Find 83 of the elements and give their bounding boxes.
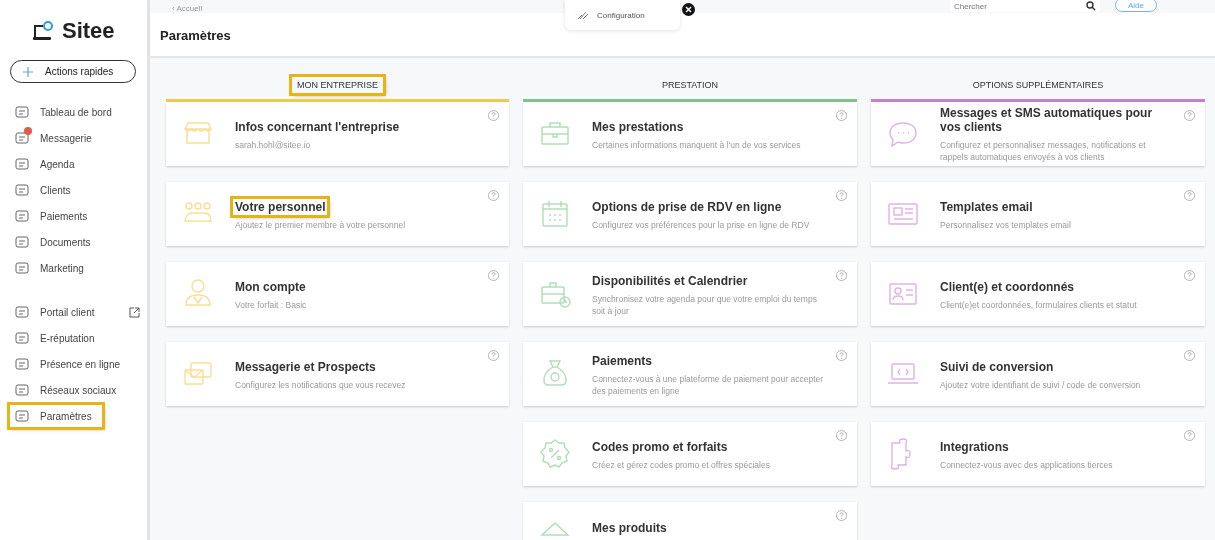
- card-description: Client(e)et coordonnées, formulaires clients et statut: [939, 299, 1138, 311]
- card-description: Synchronisez votre agenda pour que votre emploi du temps soit à jour: [591, 294, 818, 317]
- card-description: Configurez et personnalisez messages, notifications et rappels automatiques envoyés à vos clients: [939, 140, 1147, 163]
- sidebar-item[interactable]: Réseaux sociaux: [10, 379, 144, 401]
- help-icon[interactable]: [488, 270, 499, 281]
- card-title: Suivi de conversion: [939, 358, 1055, 375]
- sidebar-item[interactable]: Marketing: [10, 257, 144, 279]
- help-icon[interactable]: [836, 510, 847, 521]
- section-heading: MON ENTREPRISE: [292, 77, 383, 93]
- card-title: Options de prise de RDV en ligne: [591, 198, 783, 215]
- card-title: Codes promo et forfaits: [591, 438, 729, 455]
- sidebar-item[interactable]: Présence en ligne: [10, 353, 144, 375]
- settings-card[interactable]: Paiements Connectez-vous à une plateforme de paiement pour accepter des paiements en ligne: [523, 342, 857, 406]
- help-icon[interactable]: [1184, 270, 1195, 281]
- help-icon[interactable]: [836, 350, 847, 361]
- search-input[interactable]: Chercher: [954, 1, 1086, 11]
- settings-card[interactable]: Disponibilités et Calendrier Synchronisez votre agenda pour que votre emploi du temps soit à jour: [523, 262, 857, 326]
- settings-card[interactable]: Templates email Personnalisez vos templates email: [871, 182, 1205, 246]
- help-icon[interactable]: [488, 110, 499, 121]
- help-icon[interactable]: [1184, 430, 1195, 441]
- card-description: Certaines informations manquent à l'un de vos services: [591, 139, 802, 151]
- settings-card[interactable]: Votre personnel Ajoutez le premier membre à votre personnel: [166, 182, 509, 246]
- settings-card[interactable]: Mes prestations Certaines informations manquent à l'un de vos services: [523, 102, 857, 166]
- settings-card[interactable]: Suivi de conversion Ajoutez votre identifiant de suivi / code de conversion: [871, 342, 1205, 406]
- settings-card[interactable]: Messagerie et Prospects Configurez les notifications que vous recevez: [166, 342, 509, 406]
- settings-card[interactable]: Messages et SMS automatiques pour vos clients Configurez et personnalisez messages, notifications et rappels automatiques envoyés à vos clients: [871, 102, 1205, 166]
- card-title: Disponibilités et Calendrier: [591, 273, 749, 290]
- card-title: Integrations: [939, 438, 1010, 455]
- card-title: Messagerie et Prospects: [234, 358, 377, 375]
- settings-card[interactable]: Mes produits: [523, 502, 857, 540]
- card-title: Infos concernant l'entreprise: [234, 118, 401, 135]
- settings-card[interactable]: Infos concernant l'entreprise sarah.hohl@sitee.io: [166, 102, 509, 166]
- sidebar-item[interactable]: Clients: [10, 179, 144, 201]
- settings-card[interactable]: Client(e) et coordonnés Client(e)et coordonnées, formulaires clients et statut: [871, 262, 1205, 326]
- card-description: sarah.hohl@sitee.io: [234, 139, 312, 151]
- card-title: Messages et SMS automatiques pour vos clients: [939, 105, 1154, 136]
- card-title: Mon compte: [234, 278, 307, 295]
- card-description: Votre forfait : Basic: [234, 299, 308, 311]
- help-icon[interactable]: [836, 270, 847, 281]
- settings-card[interactable]: Mon compte Votre forfait : Basic: [166, 262, 509, 326]
- search-icon: [1086, 1, 1096, 11]
- help-icon[interactable]: [1184, 110, 1195, 121]
- sidebar-item[interactable]: Paramètres: [10, 405, 102, 427]
- card-title: Templates email: [939, 198, 1034, 215]
- card-title: Mes prestations: [591, 118, 685, 135]
- sidebar-item[interactable]: Paiements: [10, 205, 144, 227]
- card-title: Votre personnel: [233, 198, 328, 215]
- logo-text: Sitee: [62, 18, 115, 44]
- sidebar-item[interactable]: Tableau de bord: [10, 101, 144, 123]
- card-description: Connectez-vous avec des applications tierces: [939, 459, 1114, 471]
- sidebar-item[interactable]: Portail client: [10, 301, 144, 323]
- card-title: Mes produits: [591, 520, 668, 536]
- help-icon[interactable]: [836, 430, 847, 441]
- help-icon[interactable]: [836, 110, 847, 121]
- section-heading: OPTIONS SUPPLÉMENTAIRES: [971, 79, 1105, 92]
- card-description: Ajoutez le premier membre à votre personnel: [234, 219, 407, 231]
- help-icon[interactable]: [488, 190, 499, 201]
- logo-icon: [32, 20, 56, 42]
- sidebar-item[interactable]: Agenda: [10, 153, 144, 175]
- card-title: Client(e) et coordonnés: [939, 278, 1075, 295]
- quick-actions-button[interactable]: Actions rapides: [10, 60, 136, 83]
- configuration-popup[interactable]: Configuration: [565, 0, 680, 30]
- settings-card[interactable]: Options de prise de RDV en ligne Configurez vos préférences pour la prise en ligne de RDV: [523, 182, 857, 246]
- plus-icon: [23, 66, 33, 77]
- card-description: Ajoutez votre identifiant de suivi / code de conversion: [939, 379, 1142, 391]
- card-description: Configurez vos préférences pour la prise en ligne de RDV: [591, 219, 811, 231]
- card-description: Connectez-vous à une plateforme de paiement pour accepter des paiements en ligne: [591, 374, 825, 397]
- sidebar-item[interactable]: Messagerie: [10, 127, 144, 149]
- sidebar-item[interactable]: Documents: [10, 231, 144, 253]
- help-icon[interactable]: [1184, 350, 1195, 361]
- section-heading: PRESTATION: [660, 79, 720, 92]
- help-icon[interactable]: [836, 190, 847, 201]
- percent-badge-icon: [538, 437, 572, 471]
- card-description: Configurez les notifications que vous recevez: [234, 379, 407, 391]
- sidebar-item[interactable]: E-réputation: [10, 327, 144, 349]
- card-title: Paiements: [591, 353, 654, 370]
- help-icon[interactable]: [488, 350, 499, 361]
- card-description: Créez et gérez codes promo et offres spéciales: [591, 459, 771, 471]
- help-icon[interactable]: [1184, 190, 1195, 201]
- search-field[interactable]: Chercher: [950, 0, 1100, 12]
- settings-card[interactable]: Codes promo et forfaits Créez et gérez codes promo et offres spéciales: [523, 422, 857, 486]
- card-description: Personnalisez vos templates email: [939, 219, 1072, 231]
- settings-card[interactable]: Integrations Connectez-vous avec des applications tierces: [871, 422, 1205, 486]
